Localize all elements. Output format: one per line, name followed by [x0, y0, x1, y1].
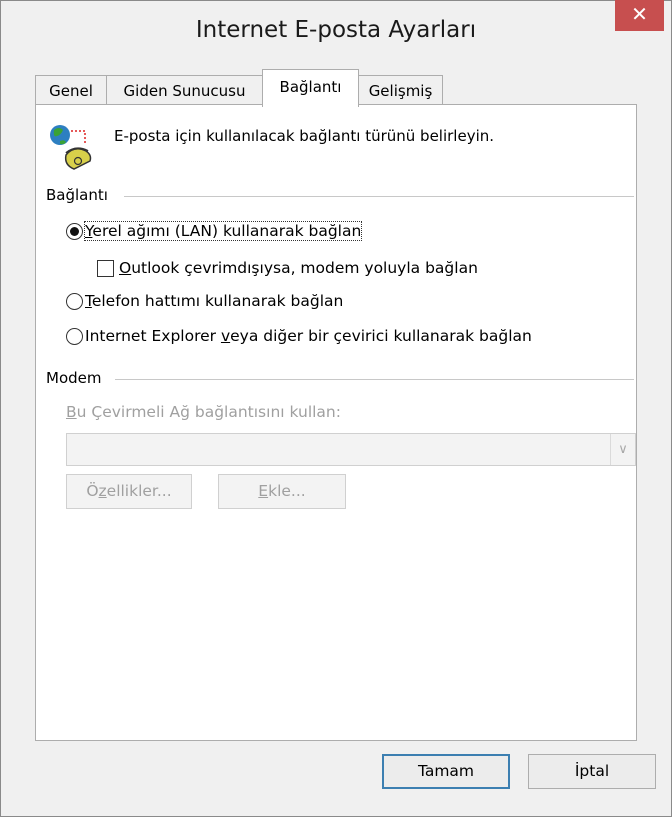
ie-dialer-radio-label: Internet Explorer veya diğer bir çeviric…: [85, 327, 532, 345]
modem-fallback-checkbox-option[interactable]: Outlook çevrimdışıysa, modem yoluyla bağ…: [97, 259, 478, 277]
lan-radio-label: Yerel ağımı (LAN) kullanarak bağlan: [83, 221, 363, 241]
use-dialup-label: Bu Çevirmeli Ağ bağlantısını kullan:: [66, 403, 341, 421]
close-icon: ✕: [631, 2, 648, 26]
tab-outgoing-server[interactable]: Giden Sunucusu: [106, 75, 263, 107]
chevron-down-icon[interactable]: ∨: [610, 434, 635, 465]
connection-group-divider: [124, 196, 634, 197]
connection-tab-panel: E-posta için kullanılacak bağlantı türün…: [35, 104, 637, 741]
tab-advanced[interactable]: Gelişmiş: [358, 75, 443, 107]
window-title: Internet E-posta Ayarları: [195, 17, 477, 43]
ok-button[interactable]: Tamam: [382, 754, 510, 789]
properties-button[interactable]: Özellikler...: [66, 474, 192, 509]
globe-phone-icon: [50, 125, 92, 170]
ie-dialer-radio-option[interactable]: Internet Explorer veya diğer bir çeviric…: [66, 327, 532, 345]
modem-group-label: Modem: [46, 369, 102, 387]
internet-email-settings-dialog: Internet E-posta Ayarları ✕ Genel Giden …: [0, 0, 672, 817]
close-button[interactable]: ✕: [615, 0, 664, 31]
modem-fallback-checkbox[interactable]: [97, 259, 114, 277]
phone-radio-option[interactable]: Telefon hattımı kullanarak bağlan: [66, 292, 343, 310]
connection-group-label: Bağlantı: [46, 186, 108, 204]
phone-radio-label: Telefon hattımı kullanarak bağlan: [85, 292, 344, 310]
phone-radio-button[interactable]: [66, 292, 83, 310]
modem-fallback-label: Outlook çevrimdışıysa, modem yoluyla bağ…: [119, 259, 478, 277]
add-button[interactable]: Ekle...: [218, 474, 346, 509]
cancel-button[interactable]: İptal: [528, 754, 656, 789]
intro-text: E-posta için kullanılacak bağlantı türün…: [114, 127, 495, 145]
lan-radio-option[interactable]: Yerel ağımı (LAN) kullanarak bağlan: [66, 221, 363, 241]
modem-group-divider: [115, 379, 634, 380]
dialup-connection-combobox[interactable]: ∨: [66, 433, 636, 466]
tab-connection[interactable]: Bağlantı: [262, 69, 359, 107]
lan-radio-button[interactable]: [66, 222, 83, 240]
title-bar: Internet E-posta Ayarları ✕: [1, 0, 671, 67]
tab-general[interactable]: Genel: [35, 75, 107, 107]
ie-dialer-radio-button[interactable]: [66, 327, 83, 345]
